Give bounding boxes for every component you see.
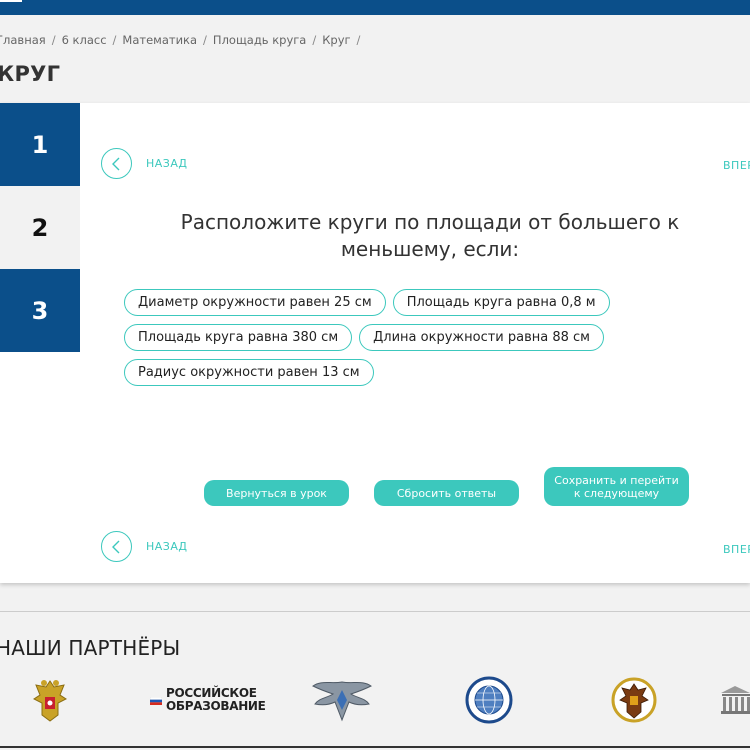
step-1-button[interactable]: 1 [0,103,80,186]
breadcrumb-separator: / [203,33,207,47]
save-and-next-button[interactable]: Сохранить и перейти к следующему [544,467,689,506]
option-chip[interactable]: Диаметр окружности равен 25 см [124,289,386,316]
back-nav-top[interactable]: НАЗАД [101,148,187,179]
partners-title: НАШИ ПАРТНЁРЫ [0,636,181,660]
breadcrumb-separator: / [356,33,361,47]
breadcrumb: Главная / 6 класс / Математика / Площадь круга… [0,33,366,47]
step-2-button[interactable]: 2 [0,186,80,269]
step-3-button[interactable]: 3 [0,269,80,352]
breadcrumb-separator: / [51,33,56,47]
back-nav-bottom[interactable]: НАЗАД [101,531,187,562]
breadcrumb-subject[interactable]: Математика [122,33,197,47]
breadcrumb-separator: / [112,33,117,47]
mchs-emblem-icon[interactable] [608,675,660,725]
forward-nav-bottom[interactable]: ВПЕР [723,543,750,556]
russian-flag-icon [150,697,162,705]
breadcrumb-grade[interactable]: 6 класс [62,33,107,47]
options-row: Площадь круга равна 380 см Длина окружно… [124,324,724,351]
option-chip[interactable]: Площадь круга равна 0,8 м [392,289,610,316]
menu-icon[interactable] [0,0,22,2]
footer-divider [0,746,750,748]
back-label: НАЗАД [146,540,188,553]
breadcrumb-topic[interactable]: Площадь круга [213,33,306,47]
option-chip[interactable]: Радиус окружности равен 13 см [124,359,374,386]
options-row: Диаметр окружности равен 25 см Площадь к… [124,289,724,316]
answer-options: Диаметр окружности равен 25 см Площадь к… [124,289,724,394]
building-icon[interactable] [721,675,750,725]
breadcrumb-current[interactable]: Круг [322,33,350,47]
ro-logo-line2: ОБРАЗОВАНИЕ [166,699,266,713]
breadcrumb-separator: / [312,33,317,47]
geographic-society-globe-icon[interactable] [460,675,518,725]
step-navigation: 1 2 3 [0,103,80,352]
chevron-left-icon [101,148,132,179]
options-row: Радиус окружности равен 13 см [124,359,724,386]
top-header-bar [0,0,750,15]
emblem-eagle-icon[interactable] [30,675,70,725]
page-title: КРУГ [0,62,61,86]
forward-nav-top[interactable]: ВПЕР [723,159,750,172]
back-label: НАЗАД [146,157,188,170]
russian-education-logo[interactable]: РОССИЙСКОЕ ОБРАЗОВАНИЕ [150,675,266,725]
partner-logos: РОССИЙСКОЕ ОБРАЗОВАНИЕ [0,675,750,725]
section-divider [0,611,750,612]
option-chip[interactable]: Длина окружности равна 88 см [359,324,604,351]
reset-answers-button[interactable]: Сбросить ответы [374,480,519,506]
question-text: Расположите круги по площади от большего… [180,210,680,261]
breadcrumb-home[interactable]: Главная [0,33,46,47]
back-to-lesson-button[interactable]: Вернуться в урок [204,480,349,506]
ministry-emblem-icon[interactable] [311,675,373,725]
option-chip[interactable]: Площадь круга равна 380 см [124,324,353,351]
chevron-left-icon [101,531,132,562]
